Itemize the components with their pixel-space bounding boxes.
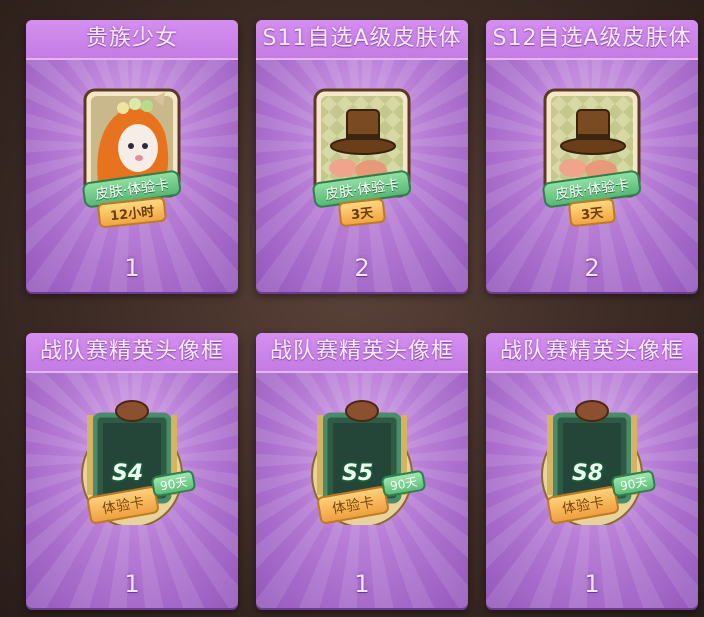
card-title: S11自选A级皮肤体 xyxy=(256,20,468,60)
season-badge: S8 xyxy=(572,461,604,486)
card-title: 战队赛精英头像框 xyxy=(256,333,468,373)
card-title: S12自选A级皮肤体 xyxy=(486,20,698,60)
reward-card-2[interactable]: S11自选A级皮肤体 皮肤·体验卡 3天 2 xyxy=(256,20,468,292)
reward-grid: 贵族少女 皮肤·体验卡 12小时 1 S11自选A级皮肤体 皮肤·体验卡 3天 … xyxy=(0,0,704,617)
season-badge: S5 xyxy=(342,461,374,486)
reward-count: 1 xyxy=(584,570,600,598)
duration-tag: 3天 xyxy=(337,197,387,228)
reward-card-5[interactable]: 战队赛精英头像框 S5 体验卡 90天 1 xyxy=(256,333,468,608)
card-title: 战队赛精英头像框 xyxy=(486,333,698,373)
season-badge: S4 xyxy=(112,461,144,486)
reward-count: 1 xyxy=(124,570,140,598)
reward-count: 2 xyxy=(584,254,600,282)
card-title: 贵族少女 xyxy=(26,20,238,60)
reward-card-6[interactable]: 战队赛精英头像框 S8 体验卡 90天 1 xyxy=(486,333,698,608)
reward-card-4[interactable]: 战队赛精英头像框 S4 体验卡 90天 1 xyxy=(26,333,238,608)
card-title: 战队赛精英头像框 xyxy=(26,333,238,373)
reward-count: 1 xyxy=(124,254,140,282)
reward-count: 1 xyxy=(354,570,370,598)
reward-count: 2 xyxy=(354,254,370,282)
reward-card-1[interactable]: 贵族少女 皮肤·体验卡 12小时 1 xyxy=(26,20,238,292)
reward-card-3[interactable]: S12自选A级皮肤体 皮肤·体验卡 3天 2 xyxy=(486,20,698,292)
duration-tag: 3天 xyxy=(567,197,617,228)
